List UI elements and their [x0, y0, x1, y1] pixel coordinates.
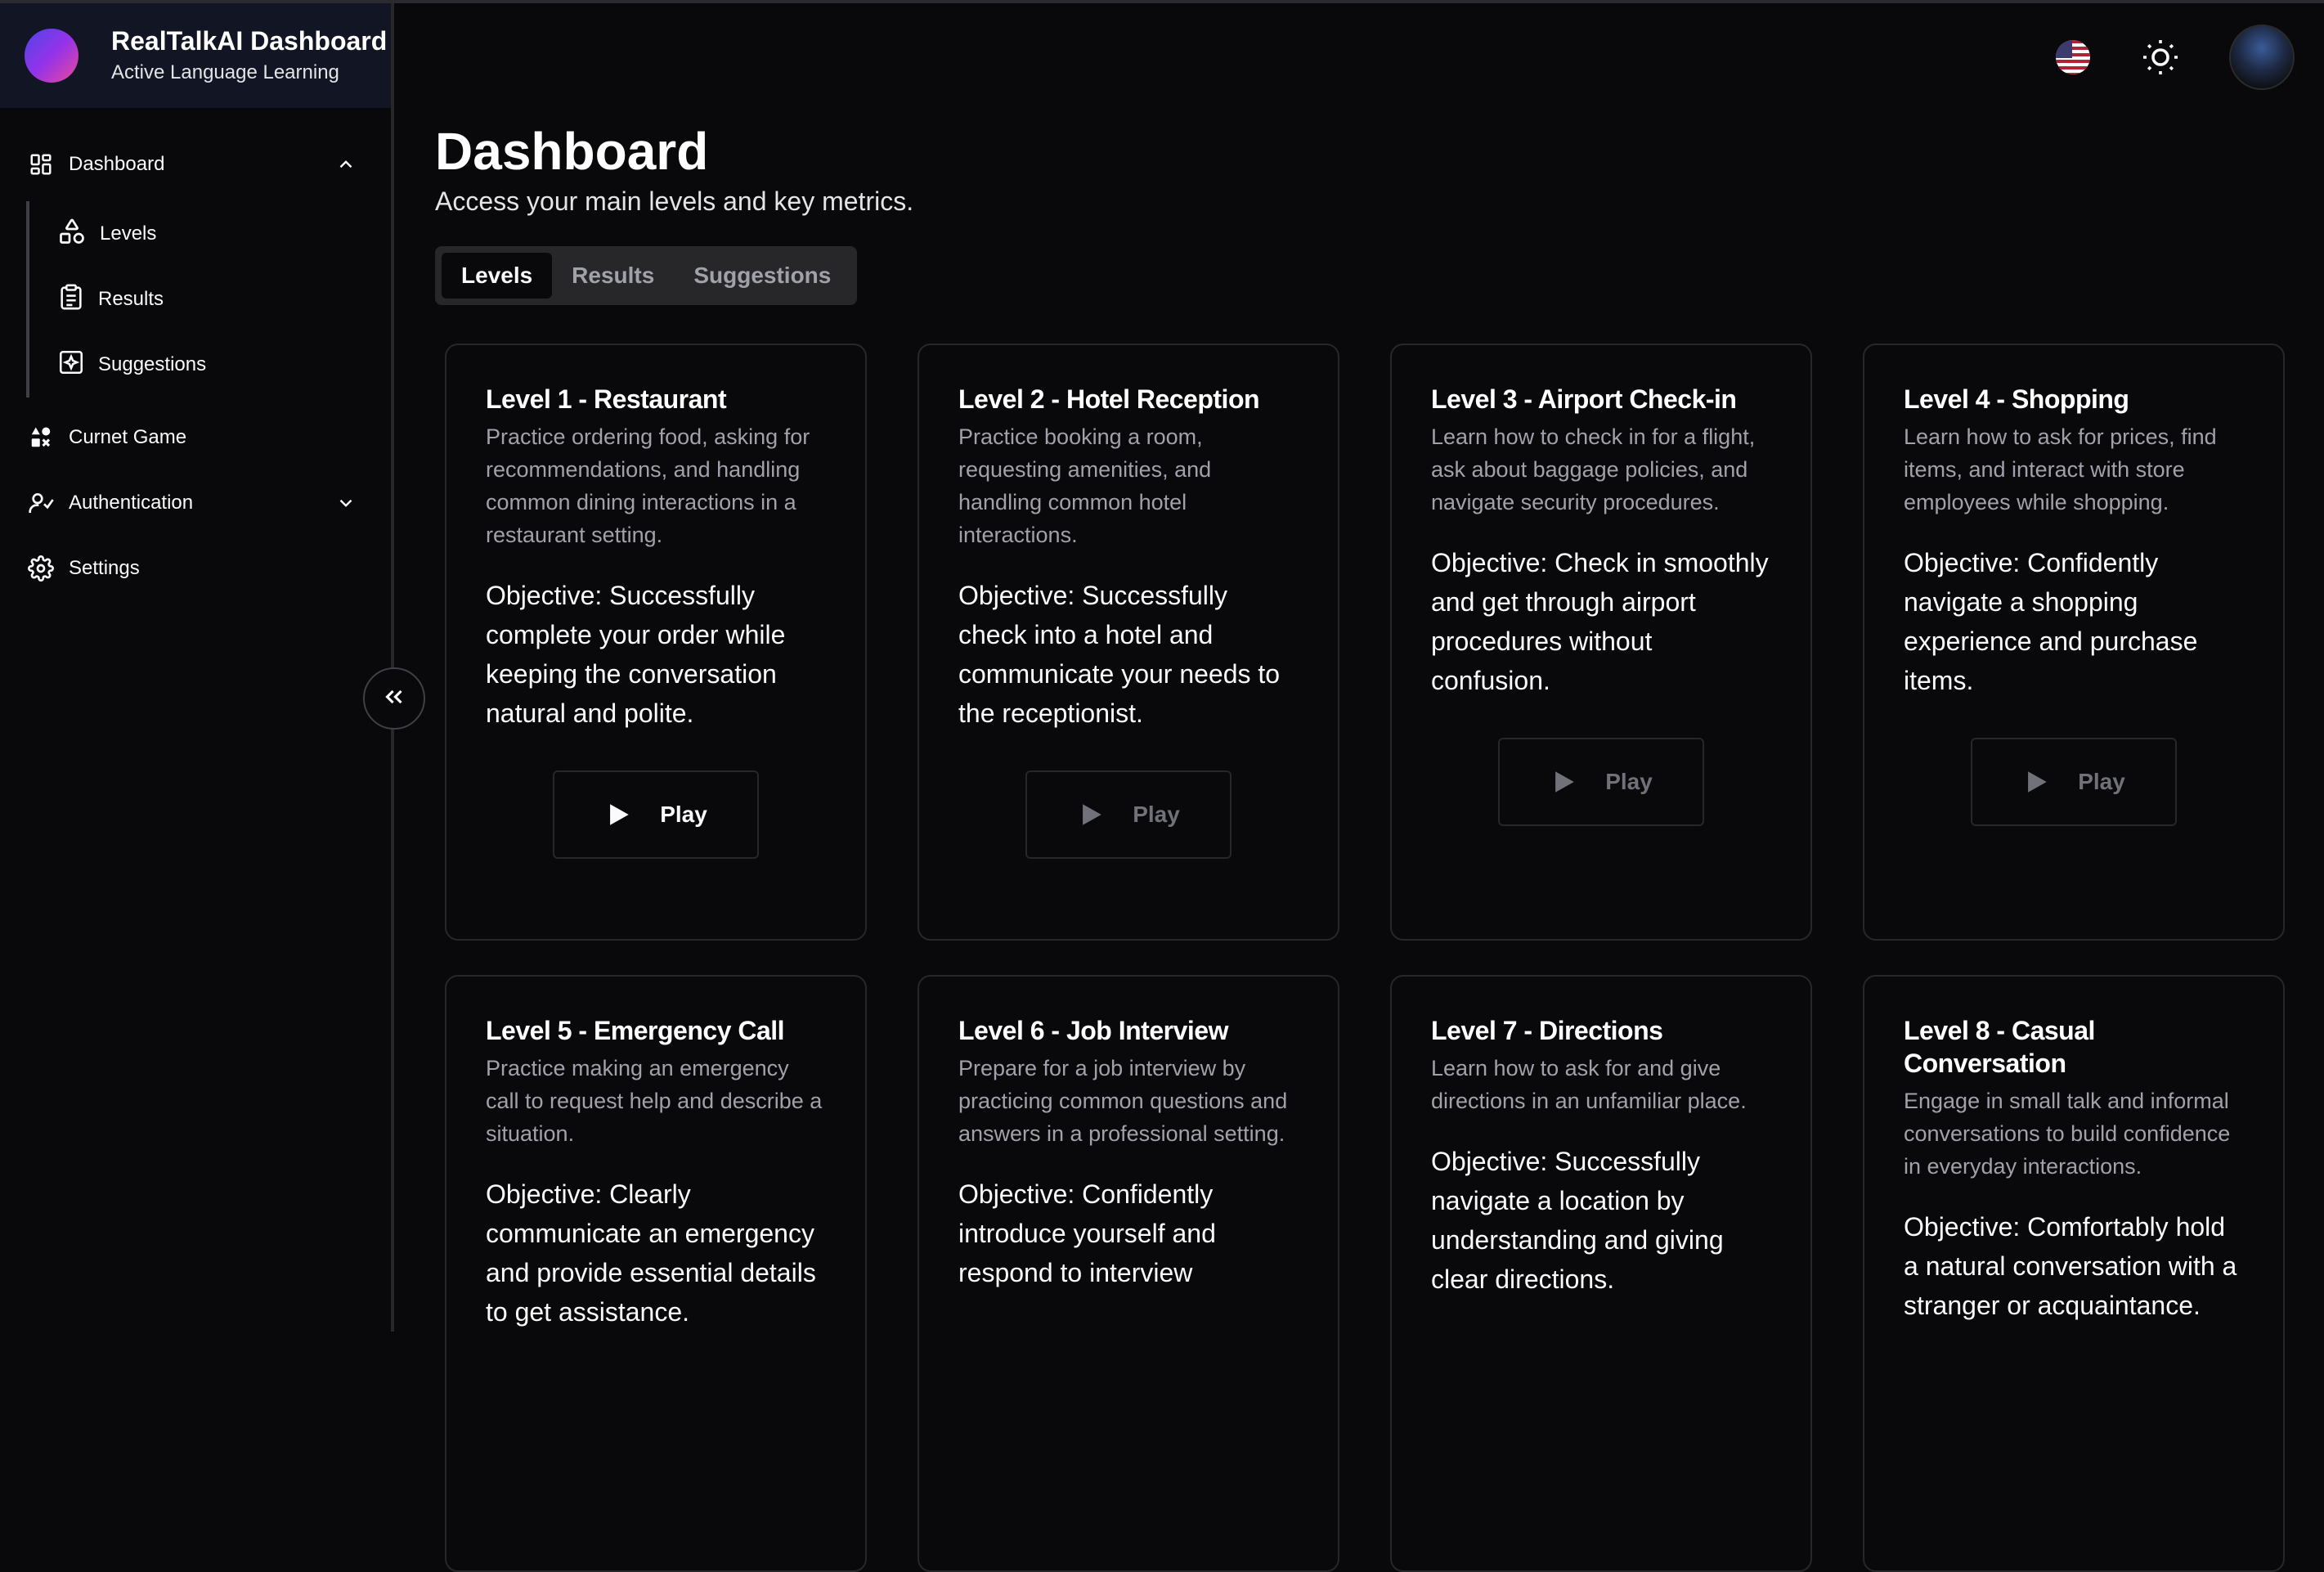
play-icon — [610, 804, 629, 825]
sidebar-item-settings[interactable]: Settings — [0, 545, 391, 592]
level-card: Level 7 - Directions Learn how to ask fo… — [1390, 975, 1812, 1572]
brand-logo — [25, 29, 79, 83]
sidebar-item-authentication[interactable]: Authentication — [0, 479, 391, 527]
sidebar-item-label: Dashboard — [69, 153, 165, 175]
brand-header[interactable]: RealTalkAI Dashboard Active Language Lea… — [0, 3, 391, 108]
brand-subtitle: Active Language Learning — [111, 61, 339, 83]
game-shapes-icon — [28, 424, 54, 451]
play-icon — [1555, 771, 1574, 793]
play-icon — [1083, 804, 1101, 825]
sidebar-item-label: Results — [98, 288, 164, 310]
chevrons-left-icon — [380, 683, 408, 715]
level-objective: Objective: Successfully check into a hot… — [958, 581, 1281, 728]
level-title: Level 7 - Directions — [1431, 1016, 1663, 1045]
tab-list: Levels Results Suggestions — [435, 246, 858, 305]
us-flag-icon[interactable] — [2056, 40, 2090, 74]
play-button[interactable]: Play — [1971, 738, 2177, 826]
shapes-icon — [57, 217, 87, 252]
sidebar-item-label: Curnet Game — [69, 426, 187, 448]
level-objective: Objective: Clearly communicate an emerge… — [486, 1179, 816, 1327]
levels-grid: Level 1 - Restaurant Practice ordering f… — [445, 344, 2285, 1572]
level-objective: Objective: Confidently introduce yoursel… — [958, 1179, 1216, 1287]
sidebar-item-label: Suggestions — [98, 353, 207, 375]
level-card: Level 4 - Shopping Learn how to ask for … — [1863, 344, 2285, 941]
level-objective: Objective: Successfully complete your or… — [486, 581, 786, 728]
level-description: Practice booking a room, requesting amen… — [958, 424, 1212, 547]
collapse-sidebar-button[interactable] — [363, 667, 425, 730]
sidebar-item-label: Authentication — [69, 492, 194, 514]
play-button[interactable]: Play — [1025, 770, 1232, 859]
level-card: Level 5 - Emergency Call Practice making… — [445, 975, 867, 1572]
level-description: Practice making an emergency call to req… — [486, 1056, 823, 1146]
play-icon — [2028, 771, 2047, 793]
level-card: Level 8 - Casual Conversation Engage in … — [1863, 975, 2285, 1572]
header-actions — [2056, 25, 2295, 90]
grid-icon — [28, 151, 54, 177]
sidebar-item-label: Settings — [69, 557, 140, 579]
tab-levels[interactable]: Levels — [442, 253, 553, 299]
level-title: Level 5 - Emergency Call — [486, 1016, 785, 1045]
level-title: Level 1 - Restaurant — [486, 384, 727, 414]
page-title: Dashboard — [435, 122, 709, 181]
sun-icon[interactable] — [2141, 38, 2180, 77]
level-card: Level 2 - Hotel Reception Practice booki… — [917, 344, 1339, 941]
level-card: Level 6 - Job Interview Prepare for a jo… — [917, 975, 1339, 1572]
dashboard-subnav: Levels Results Suggestions — [26, 201, 391, 397]
clipboard-icon — [57, 283, 85, 317]
user-avatar[interactable] — [2229, 25, 2295, 90]
level-card: Level 1 - Restaurant Practice ordering f… — [445, 344, 867, 941]
level-description: Learn how to ask for and give directions… — [1431, 1056, 1747, 1113]
level-title: Level 8 - Casual Conversation — [1904, 1016, 2095, 1078]
sidebar-item-levels[interactable]: Levels — [29, 201, 391, 267]
sidebar-item-dashboard[interactable]: Dashboard — [0, 141, 391, 188]
play-label: Play — [660, 802, 707, 827]
play-label: Play — [2078, 769, 2125, 794]
sidebar-item-suggestions[interactable]: Suggestions — [29, 332, 391, 397]
level-description: Prepare for a job interview by practicin… — [958, 1056, 1288, 1146]
play-button[interactable]: Play — [1498, 738, 1704, 826]
sidebar-item-label: Levels — [100, 222, 157, 245]
brand-title: RealTalkAI Dashboard — [111, 26, 388, 56]
sparkle-badge-icon — [57, 348, 85, 382]
sidebar: RealTalkAI Dashboard Active Language Lea… — [0, 3, 394, 1332]
tab-suggestions[interactable]: Suggestions — [674, 253, 850, 299]
play-button[interactable]: Play — [553, 770, 759, 859]
sidebar-nav: Dashboard Levels Results Suggestions Cur… — [0, 108, 391, 592]
level-description: Practice ordering food, asking for recom… — [486, 424, 810, 547]
tab-results[interactable]: Results — [552, 253, 674, 299]
level-card: Level 3 - Airport Check-in Learn how to … — [1390, 344, 1812, 941]
page-subtitle: Access your main levels and key metrics. — [435, 186, 914, 216]
level-title: Level 6 - Job Interview — [958, 1016, 1228, 1045]
level-objective: Objective: Check in smoothly and get thr… — [1431, 548, 1769, 695]
user-check-icon — [28, 490, 54, 516]
level-description: Engage in small talk and informal conver… — [1904, 1089, 2231, 1179]
chevron-down-icon[interactable] — [334, 491, 358, 515]
main-content: Dashboard Access your main levels and ke… — [435, 119, 2285, 305]
sidebar-item-current-game[interactable]: Curnet Game — [0, 414, 391, 461]
level-description: Learn how to check in for a flight, ask … — [1431, 424, 1756, 514]
sidebar-item-results[interactable]: Results — [29, 267, 391, 332]
level-title: Level 3 - Airport Check-in — [1431, 384, 1737, 414]
level-description: Learn how to ask for prices, find items,… — [1904, 424, 2217, 514]
level-objective: Objective: Confidently navigate a shoppi… — [1904, 548, 2198, 695]
chevron-up-icon[interactable] — [334, 152, 358, 177]
level-title: Level 4 - Shopping — [1904, 384, 2129, 414]
play-label: Play — [1133, 802, 1180, 827]
level-title: Level 2 - Hotel Reception — [958, 384, 1260, 414]
level-objective: Objective: Comfortably hold a natural co… — [1904, 1212, 2237, 1320]
play-label: Play — [1605, 769, 1653, 794]
level-objective: Objective: Successfully navigate a locat… — [1431, 1147, 1724, 1294]
gear-icon — [28, 555, 54, 582]
